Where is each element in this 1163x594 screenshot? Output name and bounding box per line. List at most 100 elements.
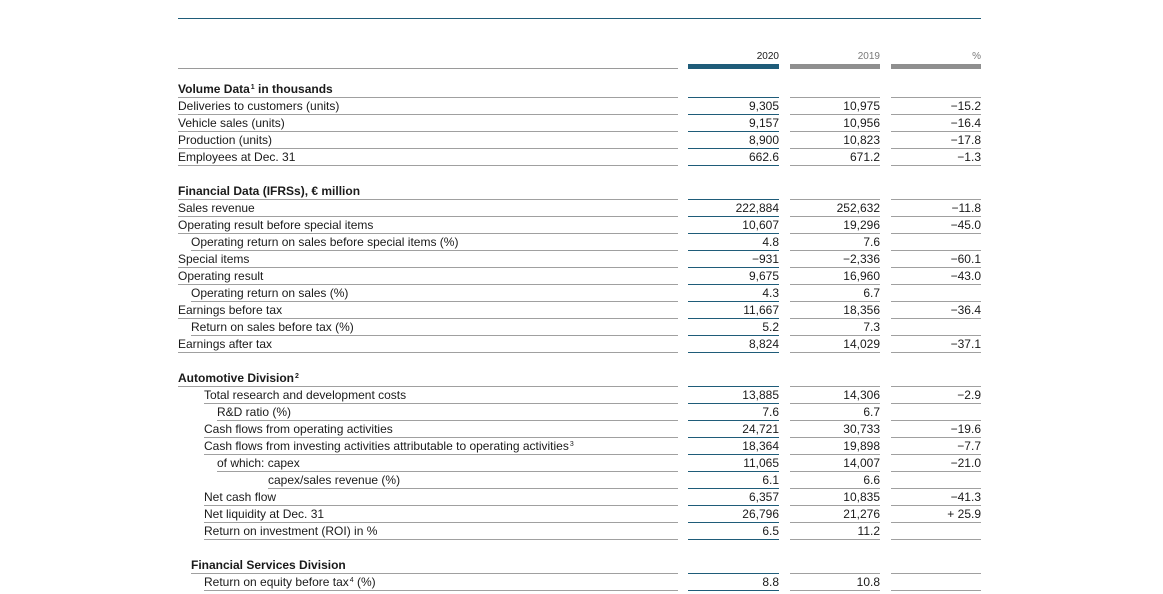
cell-percent-change <box>891 285 981 302</box>
cell-percent-change: −60.1 <box>891 251 981 268</box>
row-label-text: Net liquidity at Dec. 31 <box>204 507 325 521</box>
cell-2019: 18,356 <box>790 302 880 319</box>
cell-2019: 14,007 <box>790 455 880 472</box>
cell-percent-change: −43.0 <box>891 268 981 285</box>
cell-percent-change <box>891 234 981 251</box>
table-row: Net liquidity at Dec. 31 26,796 21,276 + 25… <box>0 506 1163 523</box>
row-label: Special items <box>178 251 678 268</box>
row-label-text: capex/sales revenue (%) <box>268 473 401 487</box>
label-column-rule <box>178 68 678 69</box>
footnote-marker: 4 <box>349 577 354 584</box>
row-label: Financial Services Division <box>191 557 678 574</box>
footnote-marker: 2 <box>295 373 299 380</box>
row-label-text: Total research and development costs <box>204 388 407 402</box>
row-label: Total research and development costs <box>204 387 678 404</box>
cell-2019 <box>790 557 880 574</box>
row-label: Operating return on sales (%) <box>191 285 678 302</box>
top-rule <box>178 18 981 19</box>
cell-2020: 24,721 <box>688 421 779 438</box>
table-row: Operating return on sales before special… <box>0 234 1163 251</box>
cell-2020: 11,065 <box>688 455 779 472</box>
cell-2020: 6.1 <box>688 472 779 489</box>
table-row: Special items −931 −2,336 −60.1 <box>0 251 1163 268</box>
cell-2019: 19,898 <box>790 438 880 455</box>
row-label-text: Production (units) <box>178 133 273 147</box>
cell-2019: 10.8 <box>790 574 880 591</box>
row-label-text: Operating return on sales (%) <box>191 286 349 300</box>
row-label: R&D ratio (%) <box>217 404 678 421</box>
row-label-text: of which: capex <box>217 456 300 470</box>
cell-2020: 4.3 <box>688 285 779 302</box>
cell-2019: 252,632 <box>790 200 880 217</box>
cell-2020 <box>688 557 779 574</box>
section-header-row: Automotive Division2 <box>0 370 1163 387</box>
row-label: Operating result <box>178 268 678 285</box>
row-label-text: Cash flows from operating activities <box>204 422 393 436</box>
row-label-text: Earnings before tax <box>178 303 283 317</box>
table-row: Earnings after tax 8,824 14,029 −37.1 <box>0 336 1163 353</box>
table-row: Earnings before tax 11,667 18,356 −36.4 <box>0 302 1163 319</box>
cell-2020: 13,885 <box>688 387 779 404</box>
cell-percent-change: −19.6 <box>891 421 981 438</box>
cell-2020: 9,305 <box>688 98 779 115</box>
cell-percent-change <box>891 370 981 387</box>
footnote-marker: 3 <box>569 441 574 448</box>
cell-2020: −931 <box>688 251 779 268</box>
cell-2019: 10,823 <box>790 132 880 149</box>
col-header-2020: 2020 <box>756 51 779 62</box>
cell-2020: 4.8 <box>688 234 779 251</box>
cell-2020: 5.2 <box>688 319 779 336</box>
cell-2020: 11,667 <box>688 302 779 319</box>
cell-percent-change: −15.2 <box>891 98 981 115</box>
col-bar-percent <box>891 64 981 69</box>
cell-2020: 222,884 <box>688 200 779 217</box>
cell-2019: 14,029 <box>790 336 880 353</box>
table-row: Operating result 9,675 16,960 −43.0 <box>0 268 1163 285</box>
row-label: Deliveries to customers (units) <box>178 98 678 115</box>
cell-percent-change: + 25.9 <box>891 506 981 523</box>
cell-percent-change <box>891 523 981 540</box>
row-label-text: Financial Services Division <box>191 558 346 572</box>
section-header-row: Financial Services Division <box>0 557 1163 574</box>
cell-percent-change: −2.9 <box>891 387 981 404</box>
cell-percent-change <box>891 404 981 421</box>
table-row: capex/sales revenue (%) 6.1 6.6 <box>0 472 1163 489</box>
row-label: Employees at Dec. 31 <box>178 149 678 166</box>
cell-2019: 19,296 <box>790 217 880 234</box>
cell-2020: 8.8 <box>688 574 779 591</box>
row-label-text: Employees at Dec. 31 <box>178 150 296 164</box>
row-label: Operating return on sales before special… <box>191 234 678 251</box>
cell-2020: 6,357 <box>688 489 779 506</box>
table-row: R&D ratio (%) 7.6 6.7 <box>0 404 1163 421</box>
cell-percent-change <box>891 472 981 489</box>
row-label-text: Vehicle sales (units) <box>178 116 285 130</box>
row-label-text: Earnings after tax <box>178 337 273 351</box>
row-label: Earnings before tax <box>178 302 678 319</box>
cell-2019: 16,960 <box>790 268 880 285</box>
table-row: Deliveries to customers (units) 9,305 10,9… <box>0 98 1163 115</box>
table-row: Net cash flow 6,357 10,835 −41.3 <box>0 489 1163 506</box>
row-label-text: Net cash flow <box>204 490 277 504</box>
section-header-row: Volume Data1 in thousands <box>0 81 1163 98</box>
row-label: Sales revenue <box>178 200 678 217</box>
row-label-text: Operating result <box>178 269 264 283</box>
col-bar-2020 <box>688 64 779 69</box>
cell-2020: 26,796 <box>688 506 779 523</box>
row-label-text: Deliveries to customers (units) <box>178 99 340 113</box>
cell-percent-change: −16.4 <box>891 115 981 132</box>
cell-2019: 10,956 <box>790 115 880 132</box>
row-label: capex/sales revenue (%) <box>268 472 678 489</box>
cell-2020: 6.5 <box>688 523 779 540</box>
row-label: Vehicle sales (units) <box>178 115 678 132</box>
col-bar-2019 <box>790 64 880 69</box>
table-row: Operating return on sales (%) 4.3 6.7 <box>0 285 1163 302</box>
cell-2019: 7.3 <box>790 319 880 336</box>
cell-percent-change: −41.3 <box>891 489 981 506</box>
table-row: Production (units) 8,900 10,823 −17.8 <box>0 132 1163 149</box>
table-row: of which: capex 11,065 14,007 −21.0 <box>0 455 1163 472</box>
table-row: Return on equity before tax4 (%) 8.8 10.8 <box>0 574 1163 591</box>
cell-2019: 14,306 <box>790 387 880 404</box>
cell-2019: 10,975 <box>790 98 880 115</box>
row-label-text: Return on sales before tax (%) <box>191 320 354 334</box>
cell-2019: 30,733 <box>790 421 880 438</box>
